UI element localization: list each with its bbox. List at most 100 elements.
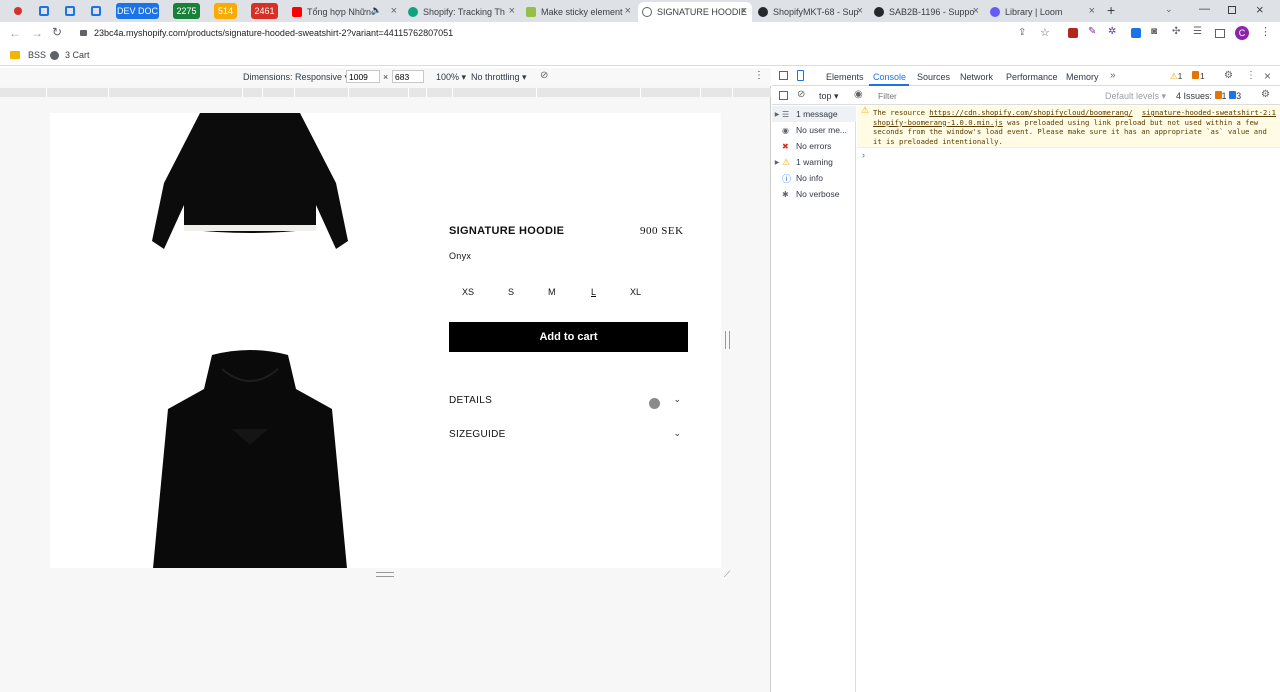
- size-option-xl[interactable]: XL: [630, 287, 641, 297]
- message-source-link[interactable]: signature-hooded-sweatshirt-2:1: [1142, 108, 1276, 118]
- sidebar-item-user-messages[interactable]: ◉ No user me...: [772, 122, 856, 138]
- pinned-tab-2275[interactable]: 2275: [173, 3, 200, 19]
- side-panel-icon[interactable]: [1215, 29, 1225, 38]
- size-option-l[interactable]: L: [591, 287, 596, 297]
- tab-signature-hoodie[interactable]: SIGNATURE HOODIE ×: [638, 2, 752, 22]
- size-option-m[interactable]: M: [548, 287, 556, 297]
- tab-shopify-tracking[interactable]: Shopify: Tracking Th ×: [404, 2, 520, 22]
- pinned-tab-514[interactable]: 514: [214, 3, 237, 19]
- sidebar-item-verbose[interactable]: ✱ No verbose: [772, 186, 856, 202]
- extension-icon[interactable]: [1068, 28, 1078, 38]
- forward-button[interactable]: →: [31, 26, 43, 40]
- tab-network[interactable]: Network: [960, 72, 993, 82]
- size-option-xs[interactable]: XS: [462, 287, 474, 297]
- close-devtools-icon[interactable]: ×: [1264, 69, 1271, 83]
- tab-search-icon[interactable]: ⌄: [1165, 4, 1173, 15]
- close-tab-icon[interactable]: ×: [509, 5, 515, 17]
- tab-shopifymkt[interactable]: ShopifyMKT-68 - Sup ×: [754, 2, 868, 22]
- record-icon[interactable]: [14, 7, 22, 15]
- resize-handle-right[interactable]: [725, 331, 730, 349]
- zoom-dropdown[interactable]: 100% ▾: [436, 72, 466, 83]
- tab-youtube[interactable]: Tổng hợp Nhữn 🔈 ×: [288, 2, 402, 22]
- lock-icon[interactable]: [80, 30, 87, 36]
- maximize-button[interactable]: [1228, 6, 1236, 14]
- close-tab-icon[interactable]: ×: [857, 5, 863, 17]
- console-filter-input[interactable]: [875, 89, 1097, 103]
- sidebar-item-messages[interactable]: ▶ ☰ 1 message: [772, 106, 856, 122]
- playlist-icon[interactable]: ☰: [1193, 26, 1202, 37]
- settings-gear-icon[interactable]: ⚙: [1224, 70, 1233, 81]
- resize-handle-corner[interactable]: ⟋: [724, 569, 730, 580]
- accordion-details[interactable]: DETAILS ⌄: [449, 394, 681, 410]
- pen-extension-icon[interactable]: ✎: [1088, 26, 1096, 37]
- gear-extension-icon[interactable]: ✲: [1108, 26, 1116, 37]
- camera-extension-icon[interactable]: ◙: [1151, 26, 1157, 37]
- tab-make-sticky[interactable]: Make sticky element ×: [522, 2, 636, 22]
- issues-button[interactable]: 4 Issues: 1 3: [1176, 91, 1241, 101]
- media-query-bar[interactable]: [0, 88, 771, 97]
- extension-icon[interactable]: [1131, 28, 1141, 38]
- minimize-button[interactable]: —: [1199, 3, 1210, 15]
- device-toolbar-menu-icon[interactable]: ⋮: [754, 70, 764, 81]
- close-tab-icon[interactable]: ×: [1089, 5, 1095, 17]
- tab-sab2b[interactable]: SAB2B-1196 - Suppo ×: [870, 2, 984, 22]
- speaker-icon[interactable]: 🔈: [371, 5, 382, 16]
- close-tab-icon[interactable]: ×: [625, 5, 631, 17]
- tab-memory[interactable]: Memory: [1066, 72, 1099, 82]
- device-toggle-icon[interactable]: [797, 70, 804, 81]
- ruler-tick: [536, 88, 537, 97]
- tab-loom[interactable]: Library | Loom ×: [986, 2, 1100, 22]
- devtools-menu-icon[interactable]: ⋮: [1246, 70, 1256, 81]
- reload-button[interactable]: ↻: [52, 25, 62, 39]
- profile-avatar[interactable]: C: [1235, 26, 1249, 40]
- warnings-count-badge[interactable]: ⚠1: [1170, 71, 1182, 82]
- tab-sources[interactable]: Sources: [917, 72, 950, 82]
- resize-handle-bottom[interactable]: [376, 572, 394, 577]
- url-text[interactable]: 23bc4a.myshopify.com/products/signature-…: [94, 28, 453, 38]
- close-tab-icon[interactable]: ×: [741, 5, 747, 17]
- size-option-s[interactable]: S: [508, 287, 514, 297]
- inspect-element-icon[interactable]: [779, 71, 788, 80]
- context-selector[interactable]: top ▾: [819, 91, 839, 102]
- clear-console-icon[interactable]: ⊘: [797, 89, 805, 100]
- console-warning-message[interactable]: ⚠ signature-hooded-sweatshirt-2:1 The re…: [857, 106, 1280, 148]
- hoodie-front-image[interactable]: [140, 349, 360, 568]
- share-icon[interactable]: ⇪: [1018, 27, 1026, 38]
- back-button[interactable]: ←: [9, 26, 21, 40]
- extension-icon[interactable]: [91, 6, 101, 16]
- more-tabs-icon[interactable]: »: [1110, 70, 1116, 81]
- puzzle-icon[interactable]: ✣: [1172, 26, 1180, 37]
- close-tab-icon[interactable]: ×: [391, 5, 397, 17]
- close-tab-icon[interactable]: ×: [973, 5, 979, 17]
- dimensions-dropdown[interactable]: Dimensions: Responsive ▾: [243, 72, 349, 83]
- pinned-tab-2461[interactable]: 2461: [251, 3, 278, 19]
- hoodie-back-image[interactable]: [140, 113, 360, 263]
- tab-console[interactable]: Console: [873, 72, 906, 82]
- bookmark-star-icon[interactable]: ☆: [1040, 26, 1050, 39]
- accordion-sizeguide[interactable]: SIZEGUIDE ⌄: [449, 428, 681, 444]
- sidebar-toggle-icon[interactable]: [779, 91, 788, 100]
- bookmark-bss[interactable]: BSS: [10, 50, 46, 60]
- sidebar-item-errors[interactable]: ✖ No errors: [772, 138, 856, 154]
- console-prompt-icon[interactable]: ›: [862, 150, 865, 160]
- errors-count-badge[interactable]: 1: [1192, 71, 1205, 81]
- tab-elements[interactable]: Elements: [826, 72, 864, 82]
- eye-icon[interactable]: ◉: [854, 89, 863, 100]
- new-tab-button[interactable]: +: [1107, 2, 1115, 18]
- extension-icon[interactable]: [65, 6, 75, 16]
- sidebar-item-warnings[interactable]: ▶ ⚠ 1 warning: [772, 154, 856, 170]
- throttling-dropdown[interactable]: No throttling ▾: [471, 72, 527, 83]
- add-to-cart-button[interactable]: Add to cart: [449, 322, 688, 352]
- console-settings-icon[interactable]: ⚙: [1261, 89, 1270, 100]
- extension-icon[interactable]: [39, 6, 49, 16]
- pinned-tab-dev-doc[interactable]: DEV DOC: [116, 3, 159, 19]
- tab-performance[interactable]: Performance: [1006, 72, 1058, 82]
- close-window-button[interactable]: ×: [1256, 2, 1264, 17]
- width-input[interactable]: [346, 70, 380, 83]
- bookmark-cart[interactable]: 3 Cart: [50, 50, 90, 60]
- height-input[interactable]: [392, 70, 424, 83]
- sidebar-item-info[interactable]: ⓘ No info: [772, 170, 856, 186]
- log-levels-dropdown[interactable]: Default levels ▾: [1105, 91, 1166, 102]
- rotate-icon[interactable]: ⊘: [540, 70, 548, 81]
- chrome-menu-icon[interactable]: ⋮: [1260, 25, 1271, 38]
